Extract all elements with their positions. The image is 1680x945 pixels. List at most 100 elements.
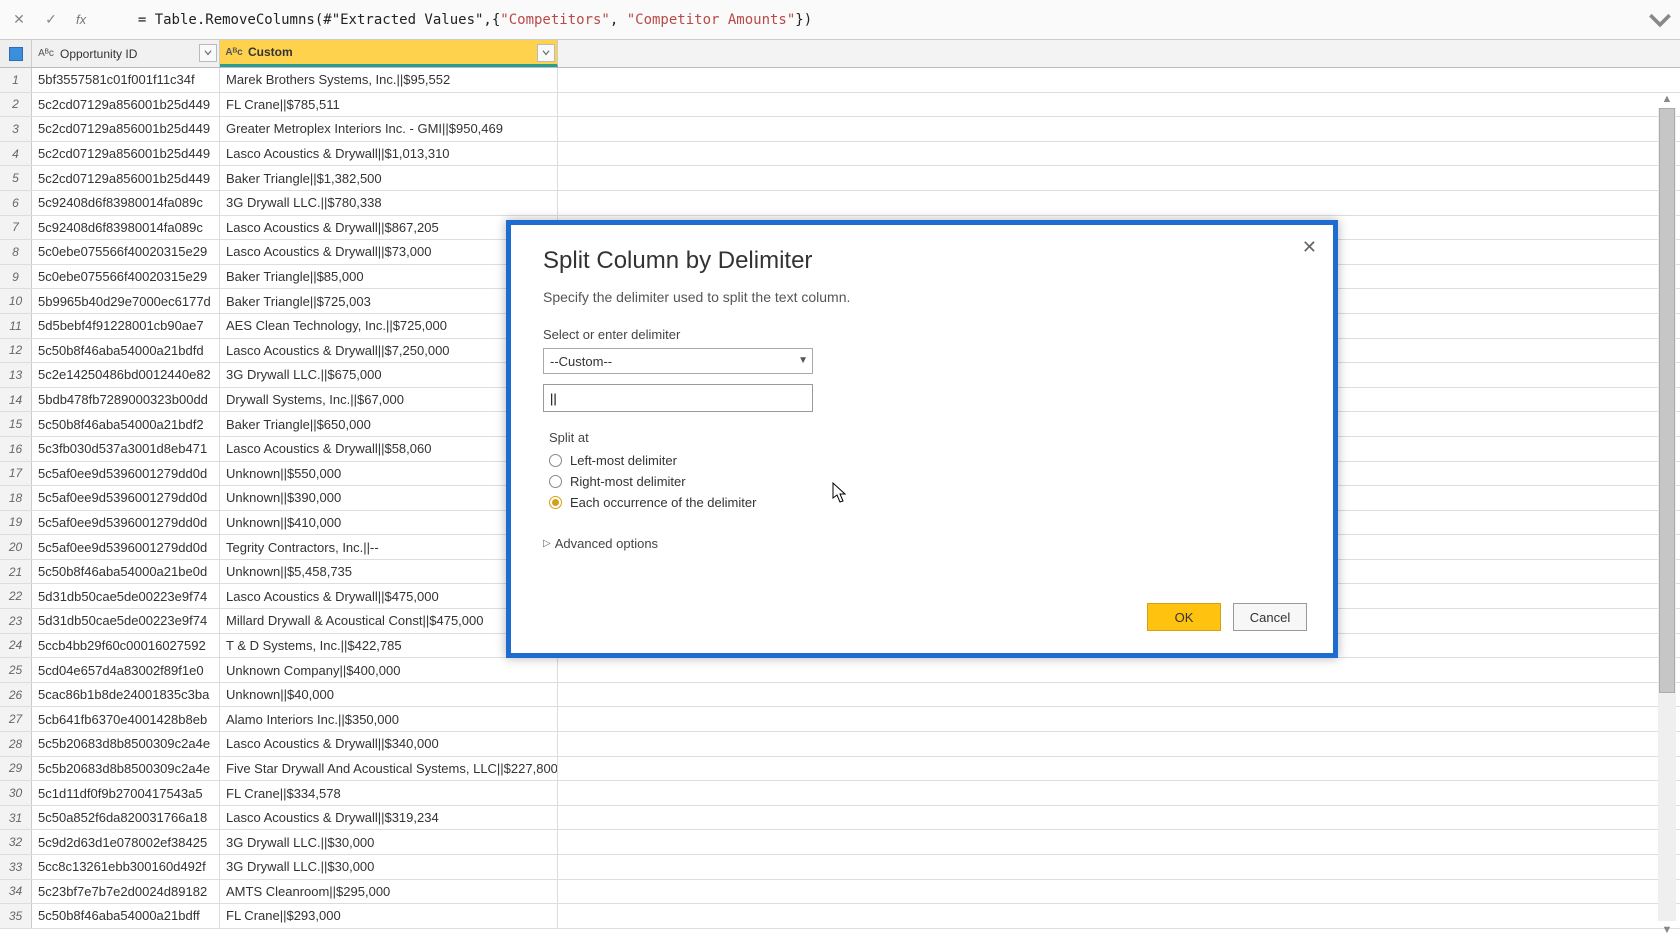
row-number: 35 — [0, 904, 32, 928]
cell-custom[interactable]: Unknown Company||$400,000 — [220, 658, 558, 682]
radio-each-occurrence[interactable]: Each occurrence of the delimiter — [549, 495, 1301, 510]
cell-opportunity-id[interactable]: 5c92408d6f83980014fa089c — [32, 191, 220, 215]
vertical-scrollbar[interactable]: ▲ ▼ — [1658, 90, 1676, 939]
filter-button-opportunity[interactable] — [199, 44, 217, 62]
cell-custom[interactable]: 3G Drywall LLC.||$30,000 — [220, 855, 558, 879]
col-head-custom[interactable]: Custom — [220, 40, 558, 67]
cell-opportunity-id[interactable]: 5c50b8f46aba54000a21be0d — [32, 560, 220, 584]
table-row[interactable]: 305c1d11df0f9b2700417543a5FL Crane||$334… — [0, 781, 1680, 806]
delimiter-select[interactable]: --Custom-- ▼ — [543, 348, 813, 374]
table-row[interactable]: 265cac86b1b8de24001835c3baUnknown||$40,0… — [0, 683, 1680, 708]
col-head-opportunity-id[interactable]: Opportunity ID — [32, 40, 220, 67]
cell-custom[interactable]: FL Crane||$785,511 — [220, 93, 558, 117]
table-row[interactable]: 285c5b20683d8b8500309c2a4eLasco Acoustic… — [0, 732, 1680, 757]
table-row[interactable]: 15bf3557581c01f001f11c34fMarek Brothers … — [0, 68, 1680, 93]
cell-opportunity-id[interactable]: 5c9d2d63d1e078002ef38425 — [32, 830, 220, 854]
cell-opportunity-id[interactable]: 5c5af0ee9d5396001279dd0d — [32, 511, 220, 535]
cell-opportunity-id[interactable]: 5c0ebe075566f40020315e29 — [32, 265, 220, 289]
table-row[interactable]: 255cd04e657d4a83002f89f1e0Unknown Compan… — [0, 658, 1680, 683]
cell-opportunity-id[interactable]: 5c50b8f46aba54000a21bdf2 — [32, 412, 220, 436]
expand-formula-icon[interactable] — [1648, 8, 1672, 32]
cell-opportunity-id[interactable]: 5c5af0ee9d5396001279dd0d — [32, 486, 220, 510]
radio-left-most[interactable]: Left-most delimiter — [549, 453, 1301, 468]
fx-label: fx — [76, 12, 86, 27]
table-row[interactable]: 275cb641fb6370e4001428b8ebAlamo Interior… — [0, 707, 1680, 732]
cell-opportunity-id[interactable]: 5d31db50cae5de00223e9f74 — [32, 584, 220, 608]
cell-opportunity-id[interactable]: 5c5b20683d8b8500309c2a4e — [32, 732, 220, 756]
cell-opportunity-id[interactable]: 5c0ebe075566f40020315e29 — [32, 240, 220, 264]
row-number: 5 — [0, 166, 32, 190]
cell-opportunity-id[interactable]: 5c2cd07129a856001b25d449 — [32, 166, 220, 190]
table-row[interactable]: 335cc8c13261ebb300160d492f3G Drywall LLC… — [0, 855, 1680, 880]
cell-custom[interactable]: 3G Drywall LLC.||$30,000 — [220, 830, 558, 854]
cell-custom[interactable]: Unknown||$40,000 — [220, 683, 558, 707]
table-row[interactable]: 355c50b8f46aba54000a21bdffFL Crane||$293… — [0, 904, 1680, 929]
cell-opportunity-id[interactable]: 5bf3557581c01f001f11c34f — [32, 68, 220, 92]
radio-icon — [549, 475, 562, 488]
table-corner[interactable] — [0, 40, 32, 67]
filter-button-custom[interactable] — [537, 44, 555, 62]
cancel-button[interactable]: Cancel — [1233, 603, 1307, 631]
cell-custom[interactable]: Greater Metroplex Interiors Inc. - GMI||… — [220, 117, 558, 141]
delimiter-input[interactable] — [543, 384, 813, 412]
cell-custom[interactable]: Lasco Acoustics & Drywall||$340,000 — [220, 732, 558, 756]
cell-opportunity-id[interactable]: 5c2cd07129a856001b25d449 — [32, 117, 220, 141]
cell-opportunity-id[interactable]: 5c5af0ee9d5396001279dd0d — [32, 462, 220, 486]
cell-opportunity-id[interactable]: 5d5bebf4f91228001cb90ae7 — [32, 314, 220, 338]
table-row[interactable]: 55c2cd07129a856001b25d449Baker Triangle|… — [0, 166, 1680, 191]
cell-opportunity-id[interactable]: 5c2cd07129a856001b25d449 — [32, 142, 220, 166]
close-icon[interactable]: ✕ — [1302, 237, 1317, 258]
advanced-options-toggle[interactable]: ▷ Advanced options — [543, 536, 1301, 551]
cell-opportunity-id[interactable]: 5c23bf7e7b7e2d0024d89182 — [32, 880, 220, 904]
cell-opportunity-id[interactable]: 5cd04e657d4a83002f89f1e0 — [32, 658, 220, 682]
cell-custom[interactable]: AMTS Cleanroom||$295,000 — [220, 880, 558, 904]
cell-opportunity-id[interactable]: 5c2cd07129a856001b25d449 — [32, 93, 220, 117]
row-number: 21 — [0, 560, 32, 584]
cell-opportunity-id[interactable]: 5cb641fb6370e4001428b8eb — [32, 707, 220, 731]
cell-custom[interactable]: Alamo Interiors Inc.||$350,000 — [220, 707, 558, 731]
cell-custom[interactable]: FL Crane||$293,000 — [220, 904, 558, 928]
cell-opportunity-id[interactable]: 5c92408d6f83980014fa089c — [32, 216, 220, 240]
cell-opportunity-id[interactable]: 5b9965b40d29e7000ec6177d — [32, 289, 220, 313]
cell-opportunity-id[interactable]: 5c50b8f46aba54000a21bdfd — [32, 339, 220, 363]
cell-custom[interactable]: Five Star Drywall And Acoustical Systems… — [220, 757, 558, 781]
table-row[interactable]: 65c92408d6f83980014fa089c3G Drywall LLC.… — [0, 191, 1680, 216]
cell-custom[interactable]: 3G Drywall LLC.||$780,338 — [220, 191, 558, 215]
cell-opportunity-id[interactable]: 5ccb4bb29f60c00016027592 — [32, 634, 220, 658]
scroll-up-icon[interactable]: ▲ — [1658, 90, 1676, 108]
cell-opportunity-id[interactable]: 5cc8c13261ebb300160d492f — [32, 855, 220, 879]
cell-opportunity-id[interactable]: 5c2e14250486bd0012440e82 — [32, 363, 220, 387]
row-number: 16 — [0, 437, 32, 461]
cell-opportunity-id[interactable]: 5c3fb030d537a3001d8eb471 — [32, 437, 220, 461]
scroll-thumb[interactable] — [1659, 108, 1675, 693]
table-row[interactable]: 345c23bf7e7b7e2d0024d89182AMTS Cleanroom… — [0, 880, 1680, 905]
formula-text[interactable]: = Table.RemoveColumns(#"Extracted Values… — [96, 0, 1638, 44]
cell-custom[interactable]: FL Crane||$334,578 — [220, 781, 558, 805]
cell-custom[interactable]: Marek Brothers Systems, Inc.||$95,552 — [220, 68, 558, 92]
chevron-down-icon: ▼ — [798, 355, 808, 366]
table-row[interactable]: 295c5b20683d8b8500309c2a4eFive Star Dryw… — [0, 757, 1680, 782]
table-row[interactable]: 315c50a852f6da820031766a18Lasco Acoustic… — [0, 806, 1680, 831]
cell-custom[interactable]: Lasco Acoustics & Drywall||$1,013,310 — [220, 142, 558, 166]
cell-opportunity-id[interactable]: 5c5af0ee9d5396001279dd0d — [32, 535, 220, 559]
cancel-formula-icon[interactable]: ✕ — [8, 9, 30, 31]
scroll-track[interactable] — [1658, 108, 1676, 921]
table-row[interactable]: 325c9d2d63d1e078002ef384253G Drywall LLC… — [0, 830, 1680, 855]
table-row[interactable]: 25c2cd07129a856001b25d449FL Crane||$785,… — [0, 93, 1680, 118]
cell-opportunity-id[interactable]: 5c50b8f46aba54000a21bdff — [32, 904, 220, 928]
row-number: 14 — [0, 388, 32, 412]
radio-right-most[interactable]: Right-most delimiter — [549, 474, 1301, 489]
cell-custom[interactable]: Lasco Acoustics & Drywall||$319,234 — [220, 806, 558, 830]
table-row[interactable]: 35c2cd07129a856001b25d449Greater Metropl… — [0, 117, 1680, 142]
cell-opportunity-id[interactable]: 5c5b20683d8b8500309c2a4e — [32, 757, 220, 781]
cell-opportunity-id[interactable]: 5cac86b1b8de24001835c3ba — [32, 683, 220, 707]
ok-button[interactable]: OK — [1147, 603, 1221, 631]
cell-opportunity-id[interactable]: 5bdb478fb7289000323b00dd — [32, 388, 220, 412]
cell-opportunity-id[interactable]: 5c50a852f6da820031766a18 — [32, 806, 220, 830]
cell-custom[interactable]: Baker Triangle||$1,382,500 — [220, 166, 558, 190]
cell-opportunity-id[interactable]: 5d31db50cae5de00223e9f74 — [32, 609, 220, 633]
cell-opportunity-id[interactable]: 5c1d11df0f9b2700417543a5 — [32, 781, 220, 805]
table-row[interactable]: 45c2cd07129a856001b25d449Lasco Acoustics… — [0, 142, 1680, 167]
scroll-down-icon[interactable]: ▼ — [1658, 921, 1676, 939]
accept-formula-icon[interactable]: ✓ — [40, 9, 62, 31]
